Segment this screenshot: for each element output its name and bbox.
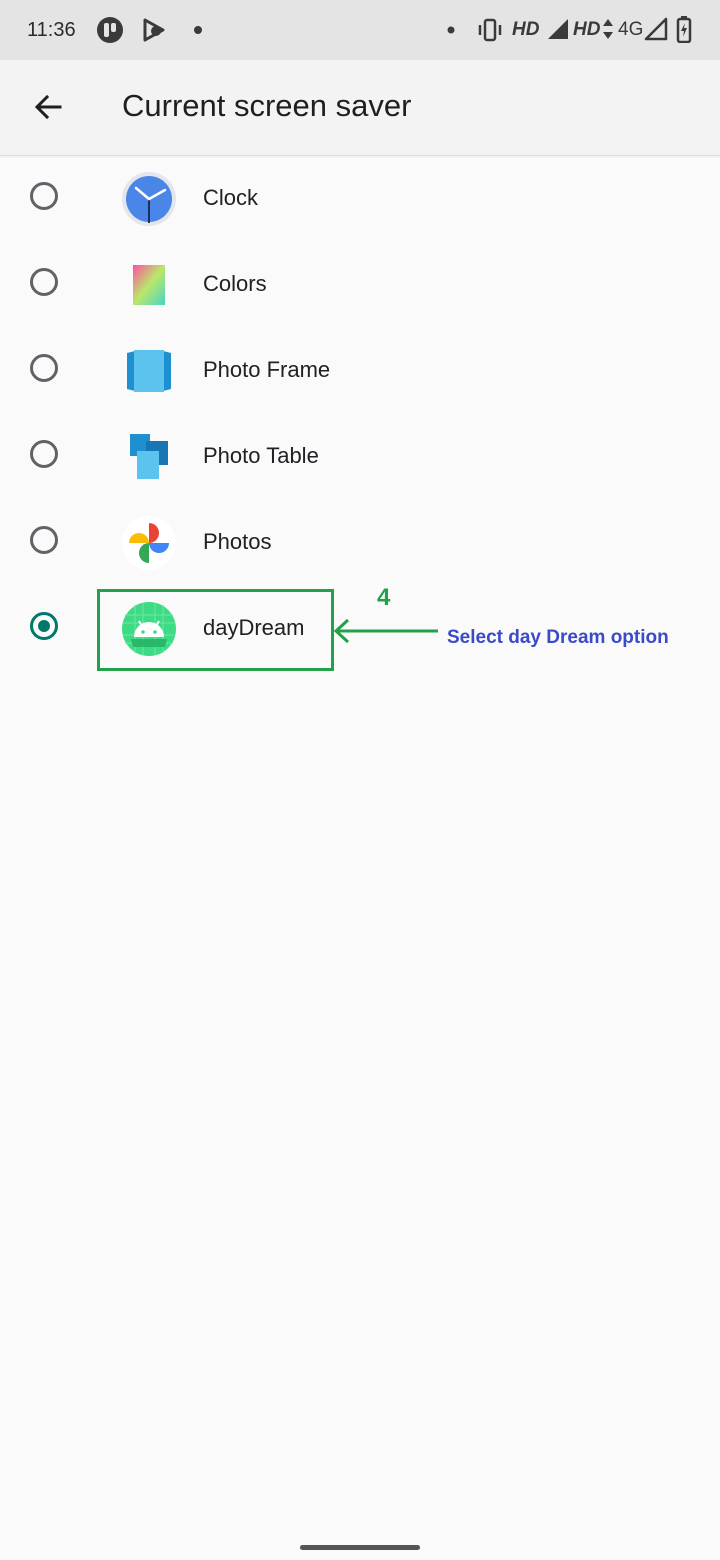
radio-button[interactable] (30, 526, 58, 554)
network-type: 4G (618, 19, 644, 40)
screensaver-option-photo-frame[interactable]: Photo Frame (0, 328, 720, 414)
page-title: Current screen saver (122, 88, 412, 123)
annotation-note: Select day Dream option (447, 627, 669, 648)
screensaver-option-clock[interactable]: Clock (0, 156, 720, 242)
radio-button[interactable] (30, 440, 58, 468)
battery-charging-icon (676, 16, 692, 43)
colors-icon (133, 265, 165, 305)
parcel-app-icon (97, 17, 123, 43)
signal-icon (644, 17, 668, 41)
data-arrows-icon (603, 19, 613, 39)
photo-frame-icon (127, 350, 171, 392)
youtube-music-app-icon (143, 18, 165, 42)
radio-button[interactable] (30, 268, 58, 296)
back-button[interactable] (18, 77, 78, 137)
hd-indicator: HD (573, 19, 601, 40)
annotation-highlight-box (97, 589, 334, 671)
annotation-step-number: 4 (377, 584, 391, 611)
radio-button[interactable] (30, 182, 58, 210)
notification-dot-icon (447, 26, 455, 34)
signal-icon (548, 19, 568, 39)
arrow-back-icon (34, 94, 62, 120)
screensaver-label: Photo Table (203, 443, 319, 468)
radio-button-selected[interactable] (30, 612, 58, 640)
photo-table-icon (130, 434, 168, 479)
screensaver-option-photo-table[interactable]: Photo Table (0, 414, 720, 500)
hd-indicator: HD (512, 19, 540, 40)
status-time: 11:36 (27, 19, 76, 41)
annotation-arrow-icon (333, 618, 438, 644)
clock-icon (122, 172, 176, 226)
app-bar: Current screen saver (0, 60, 720, 156)
screensaver-option-photos[interactable]: Photos (0, 500, 720, 586)
screensaver-label: Photo Frame (203, 357, 331, 382)
screensaver-label: Photos (203, 529, 272, 554)
screensaver-label: Clock (203, 185, 259, 210)
radio-button[interactable] (30, 354, 58, 382)
gesture-nav-handle[interactable] (300, 1545, 420, 1550)
status-bar: 11:36 HD HD 4G (0, 0, 720, 60)
vibrate-icon (478, 18, 502, 42)
screensaver-option-colors[interactable]: Colors (0, 242, 720, 328)
notification-dot-icon (194, 26, 202, 34)
google-photos-icon (122, 516, 176, 570)
screensaver-label: Colors (203, 271, 267, 296)
